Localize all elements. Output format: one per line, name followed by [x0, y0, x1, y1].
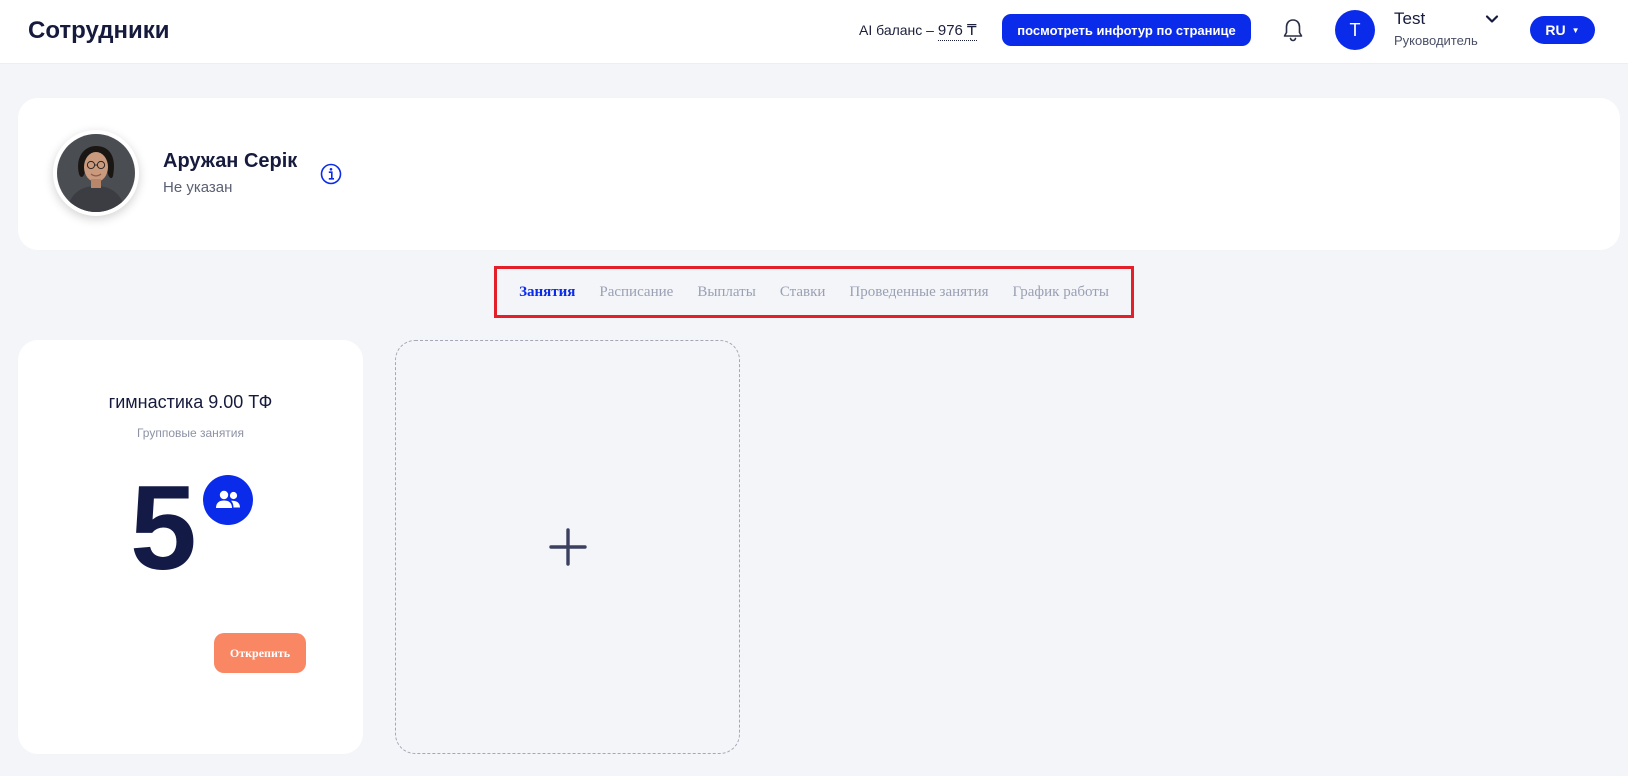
- tabs-bar: Занятия Расписание Выплаты Ставки Провед…: [494, 266, 1134, 318]
- plus-icon: [548, 528, 587, 566]
- unpin-button[interactable]: Открепить: [214, 633, 306, 673]
- user-name[interactable]: Test: [1394, 9, 1425, 29]
- employee-name: Аружан Серік: [163, 150, 298, 172]
- bell-icon[interactable]: [1281, 17, 1305, 43]
- ai-balance-amount[interactable]: 976 ₸: [937, 22, 977, 41]
- employee-subtitle: Не указан: [163, 179, 233, 196]
- language-select[interactable]: RU ▼: [1530, 16, 1595, 44]
- tab-rates[interactable]: Ставки: [780, 284, 826, 301]
- lesson-title: гимнастика 9.00 ТФ: [108, 392, 273, 412]
- tab-work-schedule[interactable]: График работы: [1013, 284, 1109, 301]
- user-role: Руководитель: [1394, 33, 1478, 48]
- ai-balance-label: AI баланс –: [859, 22, 934, 38]
- user-avatar[interactable]: T: [1335, 10, 1375, 50]
- tab-payouts[interactable]: Выплаты: [697, 284, 756, 301]
- ai-balance: AI баланс – 976 ₸: [859, 21, 977, 41]
- employee-photo-image: [57, 134, 135, 212]
- info-icon[interactable]: [320, 163, 342, 185]
- top-bar: Сотрудники AI баланс – 976 ₸ посмотреть …: [0, 0, 1628, 64]
- lesson-card[interactable]: гимнастика 9.00 ТФ Групповые занятия 5 О…: [18, 340, 363, 754]
- chevron-down-icon[interactable]: [1485, 12, 1499, 26]
- users-icon: [203, 475, 253, 525]
- lesson-type: Групповые занятия: [136, 426, 245, 440]
- lesson-student-count: 5: [130, 461, 197, 595]
- infotour-button[interactable]: посмотреть инфотур по странице: [1002, 14, 1251, 46]
- tab-conducted-lessons[interactable]: Проведенные занятия: [849, 284, 988, 301]
- profile-card: Аружан Серік Не указан: [18, 98, 1620, 250]
- page-title: Сотрудники: [28, 17, 170, 44]
- caret-down-icon: ▼: [1571, 25, 1580, 35]
- tab-schedule[interactable]: Расписание: [599, 284, 673, 301]
- language-label: RU: [1545, 22, 1566, 38]
- add-lesson-card[interactable]: [395, 340, 740, 754]
- employee-photo: [53, 130, 139, 216]
- tab-lessons[interactable]: Занятия: [519, 284, 575, 301]
